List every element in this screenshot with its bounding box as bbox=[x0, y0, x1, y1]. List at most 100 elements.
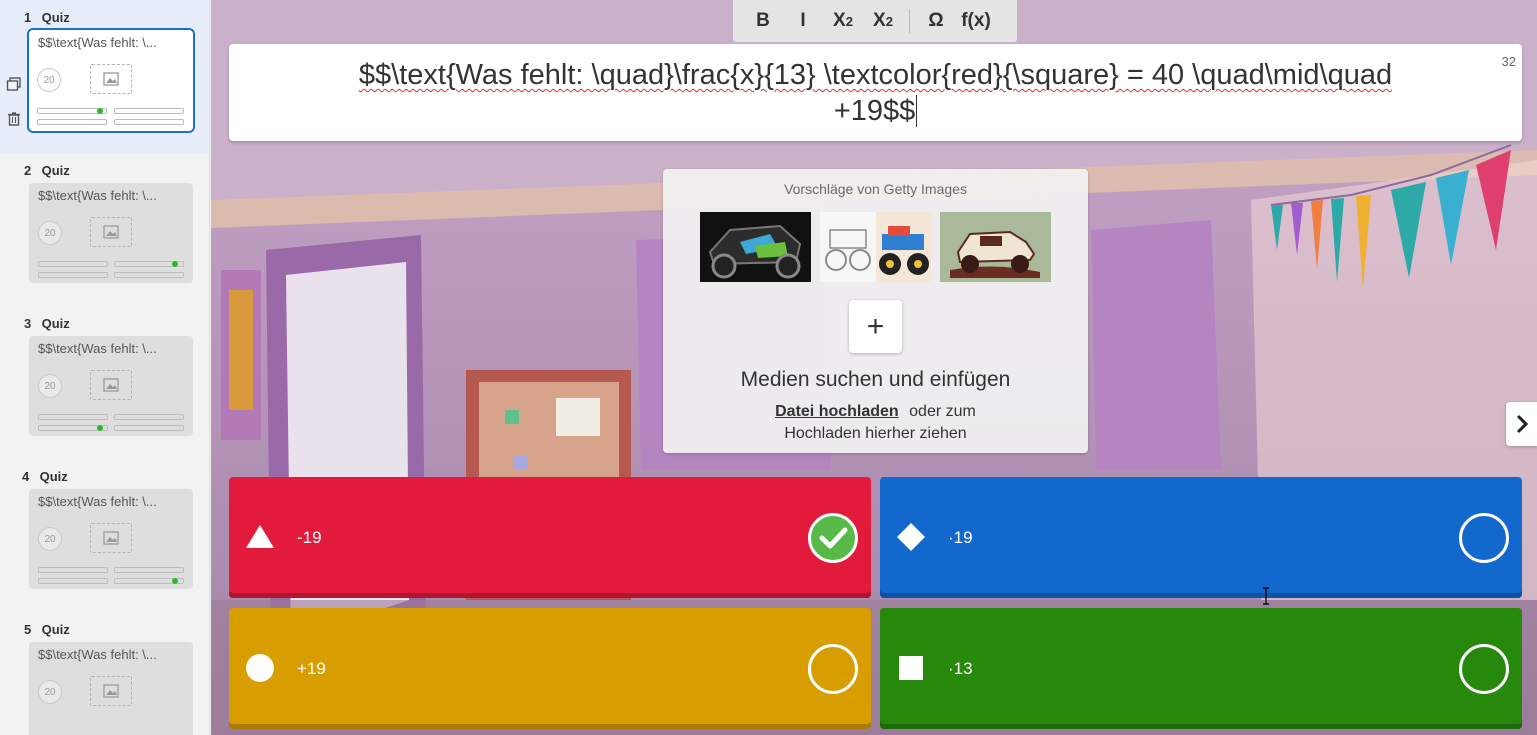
slide-header: 1 Quiz bbox=[24, 10, 70, 25]
text-cursor: ​ bbox=[916, 95, 918, 127]
slide-item-4[interactable]: 4 Quiz $$\text{Was fehlt: \... 20 bbox=[0, 459, 209, 612]
format-toolbar: B I X2 X2 Ω f(x) bbox=[733, 0, 1017, 42]
slide-item-5[interactable]: 5 Quiz $$\text{Was fehlt: \... 20 bbox=[0, 612, 209, 735]
diamond-icon bbox=[897, 523, 925, 551]
answer-text[interactable]: ·19 bbox=[948, 528, 973, 548]
slide-number: 1 bbox=[24, 10, 32, 25]
timer-icon: 20 bbox=[38, 680, 62, 704]
correct-answer-toggle[interactable] bbox=[1459, 644, 1509, 694]
question-line-2: +19$$ bbox=[833, 95, 916, 127]
timer-value: 20 bbox=[44, 380, 56, 392]
answer-text[interactable]: ·13 bbox=[948, 659, 973, 679]
upload-instructions: Datei hochladen oder zum Hochladen hierh… bbox=[663, 401, 1088, 445]
media-panel: Vorschläge von Getty Images + Medien suc… bbox=[663, 169, 1088, 453]
question-input[interactable]: $$\text{Was fehlt: \quad}\frac{x}{13} \t… bbox=[229, 44, 1522, 141]
slide-thumbnail[interactable]: $$\text{Was fehlt: \... 20 bbox=[29, 489, 193, 589]
slide-item-2[interactable]: 2 Quiz $$\text{Was fehlt: \... 20 bbox=[0, 153, 209, 306]
next-slide-button[interactable] bbox=[1506, 402, 1537, 446]
superscript-button[interactable]: X2 bbox=[863, 6, 903, 36]
omega-icon: Ω bbox=[928, 10, 944, 31]
italic-button[interactable]: I bbox=[783, 6, 823, 36]
correct-dot-icon bbox=[97, 425, 103, 431]
question-line-1: $$\text{Was fehlt: \quad}\frac{x}{13} \t… bbox=[358, 59, 1393, 91]
correct-answer-toggle[interactable] bbox=[808, 513, 858, 563]
upload-text-1: oder zum bbox=[909, 403, 976, 420]
slide-type: Quiz bbox=[41, 163, 70, 178]
timer-value: 20 bbox=[43, 74, 55, 86]
answer-preview-bar bbox=[114, 272, 184, 278]
answer-option-3[interactable]: +19 bbox=[229, 608, 871, 729]
slide-thumbnail[interactable]: $$\text{Was fehlt: \... 20 bbox=[29, 336, 193, 436]
slide-preview-text: $$\text{Was fehlt: \... bbox=[38, 35, 157, 50]
timer-icon: 20 bbox=[38, 374, 62, 398]
add-media-button[interactable]: + bbox=[849, 300, 902, 353]
media-search-heading: Medien suchen und einfügen bbox=[740, 368, 1011, 391]
image-placeholder-icon bbox=[90, 217, 132, 247]
image-placeholder-icon bbox=[90, 64, 132, 94]
trash-icon[interactable] bbox=[6, 111, 22, 127]
answer-preview-bar bbox=[38, 567, 108, 573]
answer-text[interactable]: +19 bbox=[297, 659, 326, 679]
correct-dot-icon bbox=[172, 261, 178, 267]
slide-number: 3 bbox=[24, 316, 32, 331]
special-characters-button[interactable]: Ω bbox=[916, 6, 956, 36]
formula-label: f(x) bbox=[961, 10, 991, 31]
slide-number: 4 bbox=[22, 469, 30, 484]
answer-option-4[interactable]: ·13 bbox=[880, 608, 1522, 729]
timer-icon: 20 bbox=[38, 527, 62, 551]
answer-preview-bar bbox=[114, 119, 184, 125]
triangle-icon bbox=[246, 525, 274, 548]
jeep-image[interactable] bbox=[940, 212, 1051, 282]
slide-type: Quiz bbox=[41, 316, 70, 331]
image-placeholder-icon bbox=[90, 523, 132, 553]
superscript-digit: 2 bbox=[885, 13, 893, 29]
answer-text[interactable]: -19 bbox=[297, 528, 322, 548]
slide-header: 3 Quiz bbox=[24, 316, 70, 331]
correct-answer-toggle[interactable] bbox=[1459, 513, 1509, 563]
checkmark-icon bbox=[819, 527, 848, 549]
chevron-right-icon bbox=[1516, 414, 1528, 434]
slide-thumbnail[interactable]: $$\text{Was fehlt: \... 20 bbox=[29, 642, 193, 735]
circle-icon bbox=[246, 654, 274, 682]
slide-number: 2 bbox=[24, 163, 32, 178]
question-text[interactable]: $$\text{Was fehlt: \quad}\frac{x}{13} \t… bbox=[259, 57, 1492, 129]
subscript-button[interactable]: X2 bbox=[823, 6, 863, 36]
monster-truck-image[interactable] bbox=[820, 212, 931, 282]
slide-preview-text: $$\text{Was fehlt: \... bbox=[38, 341, 157, 356]
subscript-digit: 2 bbox=[845, 13, 853, 29]
slide-thumbnail[interactable]: $$\text{Was fehlt: \... 20 bbox=[27, 28, 195, 133]
superscript-label: X bbox=[873, 10, 886, 31]
slide-thumbnail[interactable]: $$\text{Was fehlt: \... 20 bbox=[29, 183, 193, 283]
slide-item-3[interactable]: 3 Quiz $$\text{Was fehlt: \... 20 bbox=[0, 306, 209, 459]
answer-preview-bar bbox=[114, 414, 184, 420]
answer-option-2[interactable]: ·19 bbox=[880, 477, 1522, 598]
slide-header: 4 Quiz bbox=[22, 469, 68, 484]
square-icon bbox=[899, 656, 923, 680]
slide-sidebar: 1 Quiz $$\text{Was fehlt: \... 20 2 Quiz bbox=[0, 0, 210, 735]
answer-preview-bar bbox=[38, 261, 108, 267]
slide-header: 5 Quiz bbox=[24, 622, 70, 637]
slide-item-1[interactable]: 1 Quiz $$\text{Was fehlt: \... 20 bbox=[0, 0, 209, 153]
slide-preview-text: $$\text{Was fehlt: \... bbox=[38, 188, 157, 203]
answer-preview-bar bbox=[114, 567, 184, 573]
slide-editor: B I X2 X2 Ω f(x) $$\text{Was fehlt: \qua… bbox=[211, 0, 1537, 735]
slide-type: Quiz bbox=[41, 622, 70, 637]
correct-answer-toggle[interactable] bbox=[808, 644, 858, 694]
duplicate-icon[interactable] bbox=[6, 76, 22, 92]
timer-icon: 20 bbox=[38, 221, 62, 245]
plus-icon: + bbox=[866, 309, 885, 343]
answer-option-1[interactable]: -19 bbox=[229, 477, 871, 598]
text-cursor-icon bbox=[1263, 587, 1269, 605]
answer-preview-bar bbox=[114, 425, 184, 431]
upload-file-link[interactable]: Datei hochladen bbox=[775, 403, 899, 420]
timer-value: 20 bbox=[44, 686, 56, 698]
formula-button[interactable]: f(x) bbox=[956, 6, 996, 36]
getty-suggestions-title: Vorschläge von Getty Images bbox=[784, 181, 967, 197]
offroad-buggy-image[interactable] bbox=[700, 212, 811, 282]
bold-label: B bbox=[756, 10, 770, 31]
subscript-label: X bbox=[833, 10, 846, 31]
timer-value: 20 bbox=[44, 533, 56, 545]
slide-type: Quiz bbox=[39, 469, 68, 484]
slide-preview-text: $$\text{Was fehlt: \... bbox=[38, 647, 157, 662]
bold-button[interactable]: B bbox=[743, 6, 783, 36]
